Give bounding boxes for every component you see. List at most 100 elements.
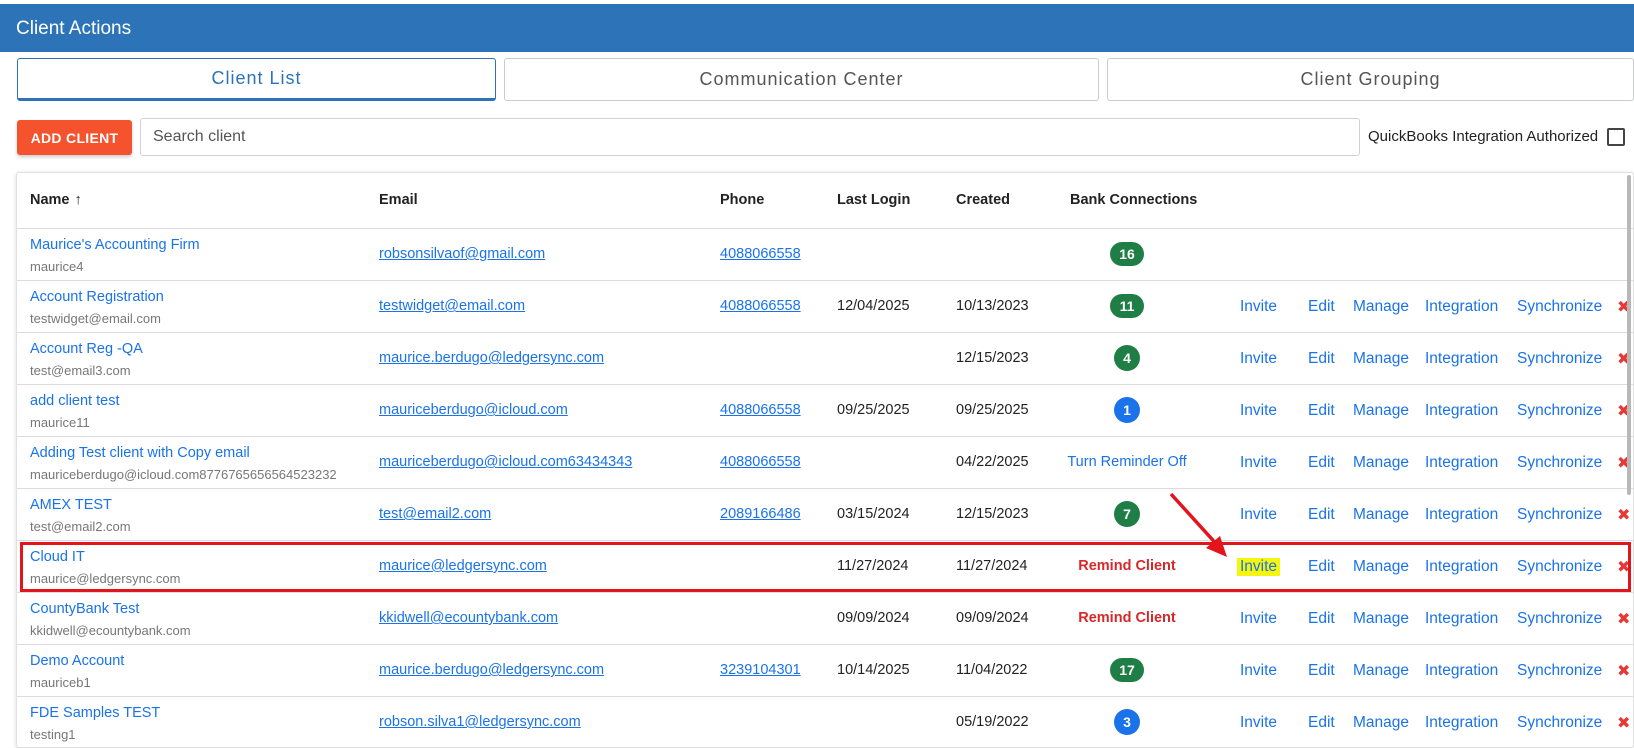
manage-link[interactable]: Manage [1353,350,1409,368]
client-name-link[interactable]: Account Registration [30,289,164,305]
manage-link[interactable]: Manage [1353,298,1409,316]
column-header-last-login[interactable]: Last Login [837,192,910,208]
client-email-link[interactable]: mauriceberdugo@icloud.com [379,402,568,418]
column-header-created[interactable]: Created [956,192,1010,208]
client-email-link[interactable]: robsonsilvaof@gmail.com [379,246,545,262]
edit-link[interactable]: Edit [1308,558,1335,576]
client-phone-link[interactable]: 4088066558 [720,402,801,418]
invite-link[interactable]: Invite [1237,454,1280,472]
invite-link[interactable]: Invite [1237,506,1280,524]
synchronize-link[interactable]: Synchronize [1517,714,1602,732]
client-email-link[interactable]: mauriceberdugo@icloud.com63434343 [379,454,632,470]
sort-arrow-up-icon[interactable]: ↑ [75,192,82,208]
edit-link[interactable]: Edit [1308,662,1335,680]
app-header: Client Actions [0,4,1634,52]
edit-link[interactable]: Edit [1308,298,1335,316]
client-name-link[interactable]: CountyBank Test [30,601,139,617]
manage-link[interactable]: Manage [1353,506,1409,524]
manage-link[interactable]: Manage [1353,662,1409,680]
remind-client-link[interactable]: Remind Client [1078,610,1175,626]
client-name-link[interactable]: Maurice's Accounting Firm [30,237,200,253]
edit-link[interactable]: Edit [1308,714,1335,732]
table-scrollbar[interactable] [1627,175,1631,495]
synchronize-link[interactable]: Synchronize [1517,506,1602,524]
manage-link[interactable]: Manage [1353,454,1409,472]
integration-link[interactable]: Integration [1425,402,1498,420]
integration-link[interactable]: Integration [1425,298,1498,316]
client-phone-link[interactable]: 4088066558 [720,454,801,470]
turn-reminder-off-link[interactable]: Turn Reminder Off [1067,454,1186,470]
synchronize-link[interactable]: Synchronize [1517,402,1602,420]
column-header-bank-connections[interactable]: Bank Connections [1070,192,1197,208]
client-username: test@email2.com [30,519,131,534]
client-phone-link[interactable]: 4088066558 [720,246,801,262]
client-name-link[interactable]: Adding Test client with Copy email [30,445,250,461]
manage-link[interactable]: Manage [1353,610,1409,628]
integration-link[interactable]: Integration [1425,714,1498,732]
client-name-link[interactable]: Demo Account [30,653,124,669]
edit-link[interactable]: Edit [1308,454,1335,472]
synchronize-link[interactable]: Synchronize [1517,454,1602,472]
client-phone-link[interactable]: 4088066558 [720,298,801,314]
search-input[interactable] [140,118,1360,156]
client-email-link[interactable]: test@email2.com [379,506,491,522]
column-header-phone[interactable]: Phone [720,192,764,208]
add-client-button[interactable]: ADD CLIENT [17,120,132,155]
invite-link[interactable]: Invite [1237,610,1280,628]
client-username: mauriceberdugo@icloud.com877676565656452… [30,467,337,482]
client-email-link[interactable]: kkidwell@ecountybank.com [379,610,558,626]
client-phone-link[interactable]: 3239104301 [720,662,801,678]
delete-icon[interactable]: ✖ [1617,557,1630,577]
invite-link[interactable]: Invite [1237,402,1280,420]
client-name-link[interactable]: Account Reg -QA [30,341,143,357]
synchronize-link[interactable]: Synchronize [1517,662,1602,680]
delete-icon[interactable]: ✖ [1617,713,1630,733]
integration-link[interactable]: Integration [1425,454,1498,472]
client-name-link[interactable]: add client test [30,393,119,409]
remind-client-link[interactable]: Remind Client [1078,558,1175,574]
edit-link[interactable]: Edit [1308,610,1335,628]
invite-link[interactable]: Invite [1237,662,1280,680]
client-name-link[interactable]: FDE Samples TEST [30,705,160,721]
delete-icon[interactable]: ✖ [1617,505,1630,525]
client-email-link[interactable]: maurice.berdugo@ledgersync.com [379,350,604,366]
bank-connections-cell: 11 [1060,293,1194,319]
column-header-name[interactable]: Name ↑ [30,192,82,208]
client-name-link[interactable]: AMEX TEST [30,497,112,513]
tab-communication-center[interactable]: Communication Center [504,58,1099,101]
invite-link[interactable]: Invite [1237,298,1280,316]
synchronize-link[interactable]: Synchronize [1517,350,1602,368]
client-email-link[interactable]: testwidget@email.com [379,298,525,314]
edit-link[interactable]: Edit [1308,350,1335,368]
column-header-email[interactable]: Email [379,192,418,208]
synchronize-link[interactable]: Synchronize [1517,610,1602,628]
quickbooks-filter-checkbox[interactable] [1607,128,1625,146]
delete-icon[interactable]: ✖ [1617,661,1630,681]
integration-link[interactable]: Integration [1425,662,1498,680]
tab-client-grouping[interactable]: Client Grouping [1107,58,1634,101]
client-email-link[interactable]: maurice.berdugo@ledgersync.com [379,662,604,678]
integration-link[interactable]: Integration [1425,350,1498,368]
synchronize-link[interactable]: Synchronize [1517,558,1602,576]
manage-link[interactable]: Manage [1353,714,1409,732]
synchronize-link[interactable]: Synchronize [1517,298,1602,316]
client-email-link[interactable]: robson.silva1@ledgersync.com [379,714,581,730]
delete-icon[interactable]: ✖ [1617,609,1630,629]
last-login-date: 03/15/2024 [837,506,910,522]
invite-link[interactable]: Invite [1237,558,1281,576]
invite-link[interactable]: Invite [1237,350,1280,368]
edit-link[interactable]: Edit [1308,506,1335,524]
edit-link[interactable]: Edit [1308,402,1335,420]
integration-link[interactable]: Integration [1425,506,1498,524]
bank-connections-cell: 16 [1060,241,1194,267]
invite-link[interactable]: Invite [1237,714,1280,732]
client-email-link[interactable]: maurice@ledgersync.com [379,558,547,574]
manage-link[interactable]: Manage [1353,558,1409,576]
client-phone-link[interactable]: 2089166486 [720,506,801,522]
manage-link[interactable]: Manage [1353,402,1409,420]
integration-link[interactable]: Integration [1425,610,1498,628]
bank-connections-cell: 7 [1060,501,1194,527]
client-name-link[interactable]: Cloud IT [30,549,85,565]
integration-link[interactable]: Integration [1425,558,1498,576]
tab-client-list[interactable]: Client List [17,58,496,101]
